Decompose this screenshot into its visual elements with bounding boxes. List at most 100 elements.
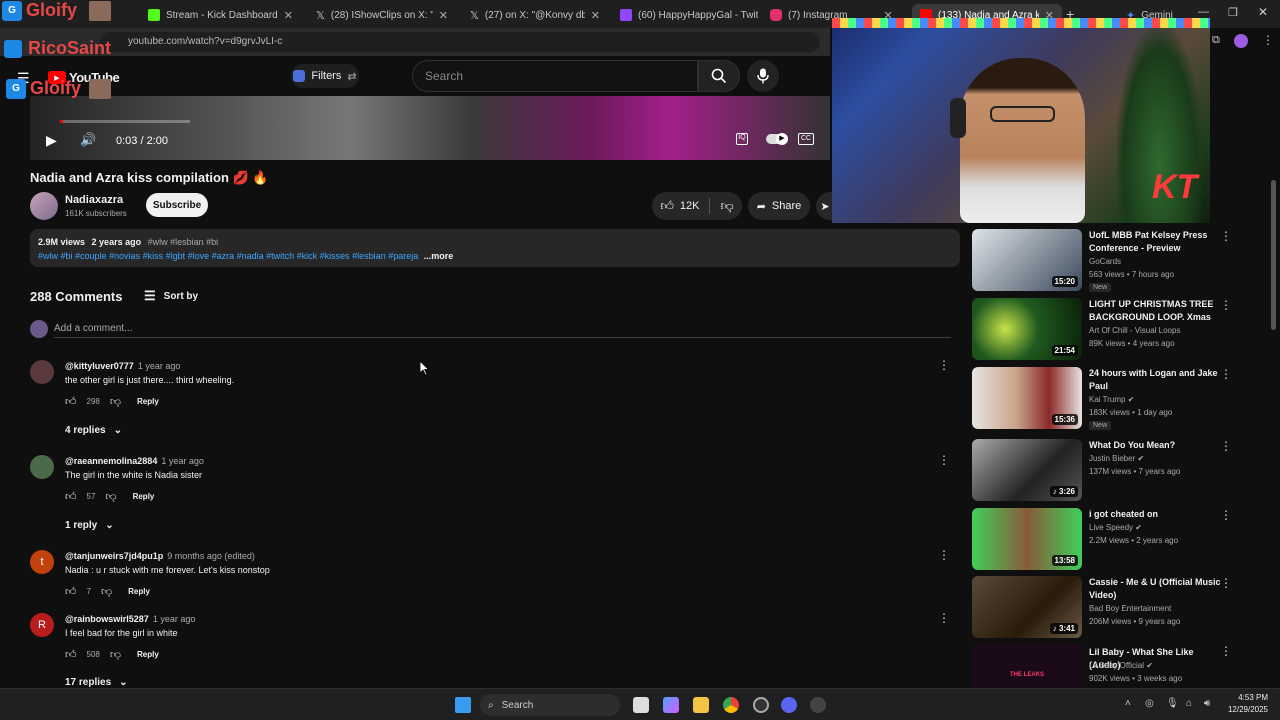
video-thumbnail[interactable]: ♪ 3:41 bbox=[972, 576, 1082, 638]
profile-avatar[interactable] bbox=[1234, 34, 1248, 48]
commenter-handle[interactable]: @raeannemolina2884 bbox=[65, 456, 157, 466]
video-player[interactable]: ▶ 🔊 0:03 / 2:00 IQ ▶ CC bbox=[30, 96, 830, 160]
show-more-link[interactable]: ...more bbox=[424, 251, 454, 261]
video-thumbnail[interactable]: 13:58 bbox=[972, 508, 1082, 570]
recommended-channel[interactable]: Live Speedy bbox=[1089, 523, 1133, 532]
commenter-handle[interactable]: @rainbowswirl5287 bbox=[65, 614, 149, 624]
recommended-title[interactable]: UofL MBB Pat Kelsey Press Conference - P… bbox=[1089, 229, 1224, 255]
app-icon[interactable] bbox=[810, 697, 826, 713]
recommended-video[interactable]: 15:36 24 hours with Logan and Jake Paul … bbox=[972, 367, 1232, 430]
close-window-icon[interactable]: ✕ bbox=[1258, 5, 1268, 19]
dislike-icon[interactable]: 👎︎ bbox=[101, 585, 112, 598]
recommended-title[interactable]: Cassie - Me & U (Official Music Video) bbox=[1089, 576, 1224, 602]
like-icon[interactable]: 👍︎ bbox=[65, 585, 77, 598]
reply-button[interactable]: Reply bbox=[137, 650, 159, 659]
recommended-video[interactable]: 13:58 i got cheated on Live Speedy ✔ 2.2… bbox=[972, 508, 1232, 570]
microphone-tray-icon[interactable]: 🎙︎ bbox=[1166, 698, 1179, 709]
comment-more-icon[interactable]: ⋮ bbox=[938, 453, 950, 467]
reply-button[interactable]: Reply bbox=[137, 397, 159, 406]
like-icon[interactable]: 👍︎ bbox=[65, 648, 77, 661]
dislike-icon[interactable]: 👎︎ bbox=[105, 490, 116, 503]
video-thumbnail[interactable]: THE LEAKS bbox=[972, 644, 1082, 688]
recommended-channel[interactable]: Justin Bieber bbox=[1089, 454, 1135, 463]
tab-twitch[interactable]: (60) HappyHappyGal - Twitch ✕ bbox=[612, 4, 758, 26]
recommended-title[interactable]: LIGHT UP CHRISTMAS TREE BACKGROUND LOOP.… bbox=[1089, 298, 1224, 324]
sort-by-button[interactable]: ☰ Sort by bbox=[144, 288, 198, 304]
recommended-video[interactable]: 15:20 UofL MBB Pat Kelsey Press Conferen… bbox=[972, 229, 1232, 292]
recommended-channel[interactable]: GoCards bbox=[1089, 257, 1121, 266]
commenter-avatar[interactable]: R bbox=[30, 613, 54, 637]
replies-toggle[interactable]: 17 replies ⌄ bbox=[65, 677, 128, 688]
play-icon[interactable]: ▶ bbox=[46, 132, 57, 149]
channel-avatar[interactable] bbox=[30, 192, 58, 220]
replies-toggle[interactable]: 4 replies ⌄ bbox=[65, 425, 122, 436]
more-options-icon[interactable]: ⋮ bbox=[1220, 298, 1232, 312]
volume-tray-icon[interactable]: 🔊︎ bbox=[1204, 698, 1210, 709]
discord-icon[interactable] bbox=[781, 697, 797, 713]
more-options-icon[interactable]: ⋮ bbox=[1220, 439, 1232, 453]
tab-x-konvy[interactable]: 𝕏 (27) on X: "@Konvy dboy ✕ bbox=[462, 4, 608, 26]
commenter-avatar[interactable]: t bbox=[30, 550, 54, 574]
channel-name[interactable]: Nadiaxazra bbox=[65, 194, 123, 206]
more-options-icon[interactable]: ⋮ bbox=[1220, 508, 1232, 522]
task-view-icon[interactable] bbox=[633, 697, 649, 713]
filters-button[interactable]: Filters ⇄ bbox=[291, 64, 359, 88]
comment-more-icon[interactable]: ⋮ bbox=[938, 358, 950, 372]
commenter-avatar[interactable] bbox=[30, 455, 54, 479]
dislike-icon[interactable]: 👎︎ bbox=[720, 198, 733, 214]
description-box[interactable] bbox=[30, 229, 960, 267]
voice-search-button[interactable] bbox=[747, 60, 779, 92]
progress-track[interactable] bbox=[60, 120, 190, 123]
video-thumbnail[interactable]: ♪ 3:26 bbox=[972, 439, 1082, 501]
close-tab-icon[interactable]: ✕ bbox=[591, 9, 600, 22]
file-explorer-icon[interactable] bbox=[693, 697, 709, 713]
url-field[interactable]: youtube.com/watch?v=d9grvJvLI-c bbox=[100, 32, 820, 52]
recommended-video[interactable]: ♪ 3:26 What Do You Mean? Justin Bieber ✔… bbox=[972, 439, 1232, 501]
comment-more-icon[interactable]: ⋮ bbox=[938, 611, 950, 625]
obs-icon[interactable] bbox=[753, 697, 769, 713]
replies-toggle[interactable]: 1 reply ⌄ bbox=[65, 520, 114, 531]
video-thumbnail[interactable]: 15:20 bbox=[972, 229, 1082, 291]
video-thumbnail[interactable]: 15:36 bbox=[972, 367, 1082, 429]
dislike-icon[interactable]: 👎︎ bbox=[110, 648, 121, 661]
tab-x-ishowclips[interactable]: 𝕏 (28) IShowClips on X: "This m ✕ bbox=[308, 4, 456, 26]
minimize-icon[interactable]: — bbox=[1198, 6, 1209, 18]
clock[interactable]: 4:53 PM 12/29/2025 bbox=[1222, 692, 1268, 716]
recommended-channel[interactable]: Bad Boy Entertainment bbox=[1089, 604, 1171, 613]
like-icon[interactable]: 👍︎ bbox=[65, 490, 77, 503]
comment-more-icon[interactable]: ⋮ bbox=[938, 548, 950, 562]
taskbar-search[interactable]: ⌕ Search bbox=[480, 694, 620, 716]
captions-icon[interactable]: CC bbox=[798, 133, 814, 145]
close-tab-icon[interactable]: ✕ bbox=[439, 9, 448, 22]
search-input[interactable]: Search bbox=[412, 60, 698, 92]
reply-button[interactable]: Reply bbox=[128, 587, 150, 596]
video-thumbnail[interactable]: 21:54 bbox=[972, 298, 1082, 360]
recommended-channel[interactable]: Kai Trump bbox=[1089, 395, 1125, 404]
network-icon[interactable]: ⌂ bbox=[1186, 698, 1192, 709]
comment-time[interactable]: 9 months ago (edited) bbox=[167, 551, 255, 561]
close-tab-icon[interactable]: ✕ bbox=[284, 9, 293, 22]
maximize-icon[interactable]: ❐ bbox=[1228, 6, 1238, 19]
share-button[interactable]: ➦ Share bbox=[748, 192, 810, 220]
hashtag-list[interactable]: #wlw #bi #couple #novias #kiss #lgbt #lo… bbox=[38, 251, 418, 261]
search-button[interactable] bbox=[698, 60, 740, 92]
header-hashtags[interactable]: #wlw #lesbian #bi bbox=[148, 237, 219, 247]
browser-menu-icon[interactable]: ⋮ bbox=[1262, 33, 1274, 47]
comment-time[interactable]: 1 year ago bbox=[161, 456, 204, 466]
more-options-icon[interactable]: ⋮ bbox=[1220, 576, 1232, 590]
comment-time[interactable]: 1 year ago bbox=[153, 614, 196, 624]
like-icon[interactable]: 👍︎ bbox=[65, 395, 77, 408]
iq-extension-icon[interactable]: IQ bbox=[736, 133, 748, 145]
recommended-video[interactable]: THE LEAKS Lil Baby - What She Like (Audi… bbox=[972, 644, 1232, 688]
recommended-title[interactable]: What Do You Mean? bbox=[1089, 439, 1224, 452]
volume-icon[interactable]: 🔊 bbox=[80, 132, 96, 148]
recommended-video[interactable]: ♪ 3:41 Cassie - Me & U (Official Music V… bbox=[972, 576, 1232, 638]
subscribe-button[interactable]: Subscribe bbox=[146, 193, 208, 217]
autoplay-toggle[interactable]: ▶ bbox=[766, 133, 788, 145]
comment-time[interactable]: 1 year ago bbox=[138, 361, 181, 371]
extensions-icon[interactable]: ⧉ bbox=[1212, 34, 1220, 47]
more-options-icon[interactable]: ⋮ bbox=[1220, 367, 1232, 381]
recommended-title[interactable]: 24 hours with Logan and Jake Paul bbox=[1089, 367, 1224, 393]
commenter-handle[interactable]: @kittyluver0777 bbox=[65, 361, 134, 371]
chrome-icon[interactable] bbox=[723, 697, 739, 713]
